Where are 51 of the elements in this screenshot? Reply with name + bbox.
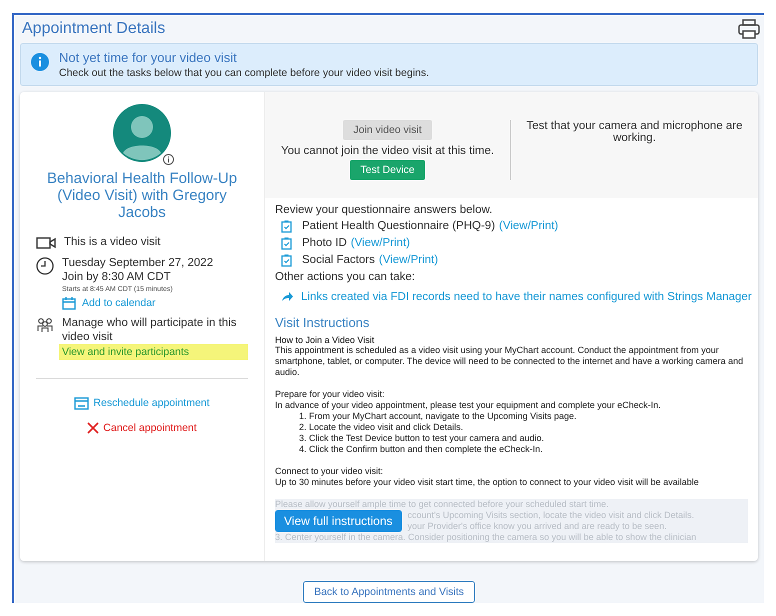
join-status-text: You cannot join the video visit at this time.: [280, 144, 494, 157]
detail-text: This is a video visit: [64, 234, 161, 249]
people-icon: [36, 316, 54, 333]
avatar-icon: [113, 104, 171, 162]
printer-icon: [738, 18, 760, 39]
questionnaire-name: Photo ID: [302, 237, 347, 250]
instruction-step: 3. Click the Test Device button to test your camera and audio.: [299, 432, 748, 444]
clipboard-icon: [281, 254, 292, 267]
action-link[interactable]: Links created via FDI records need to have their names configured with Strings Manager: [275, 290, 752, 303]
back-button[interactable]: Back to Appointments and Visits: [303, 581, 475, 603]
view-full-instructions-button[interactable]: View full instructions: [275, 510, 402, 532]
view-print-link[interactable]: (View/Print): [350, 237, 410, 250]
invite-participants-link[interactable]: View and invite participants: [59, 344, 248, 360]
section-heading: Visit Instructions: [275, 314, 370, 330]
test-device-text: Test that your camera and microphone are working.: [525, 120, 744, 146]
test-device-button[interactable]: Test Device: [350, 160, 425, 180]
view-print-link[interactable]: (View/Print): [378, 254, 438, 266]
banner-title: Not yet time for your video visit: [59, 50, 238, 65]
questionnaire-name: Social Factors: [302, 254, 375, 266]
questionnaire-name: Patient Health Questionnaire (PHQ-9): [302, 220, 496, 232]
clipboard-icon: [281, 236, 292, 250]
calendar-icon: [74, 396, 90, 410]
instructions-text: This appointment is scheduled as a video visit using your MyChart account. Conduct the appointment from your smartphone, tablet, or computer. The device will need to be connected to the internet and have a working camera and audio.: [275, 344, 744, 378]
cancel-link[interactable]: Cancel appointment: [87, 422, 197, 434]
info-icon: [163, 154, 174, 165]
detail-text: Manage who will participate in this video visit: [62, 316, 238, 344]
section-text: Review your questionnaire answers below.: [275, 204, 494, 216]
instructions-text: In advance of your video appointment, please test your equipment and complete your eCheck-In.: [275, 400, 662, 411]
clipboard-icon: [281, 220, 292, 233]
clock-icon: [36, 256, 54, 275]
view-print-link[interactable]: (View/Print): [499, 220, 558, 232]
appointment-title: Behavioral Health Follow-Up (Video Visit) with Gregory Jacobs: [46, 170, 238, 221]
banner-text: Check out the tasks below that you can complete before your video visit begins.: [59, 66, 430, 79]
info-icon: [31, 52, 49, 71]
reschedule-link[interactable]: Reschedule appointment: [74, 396, 210, 410]
calendar-icon: [62, 296, 76, 310]
detail-text: Join by 8:30 AM CDT: [62, 270, 172, 284]
section-text: Other actions you can take:: [275, 270, 416, 283]
instructions-text: Connect to your video visit:: [275, 466, 384, 477]
instruction-step: 2. Locate the video visit and click Details.: [299, 422, 748, 433]
close-icon: [87, 422, 100, 434]
instruction-step: 1. From your MyChart account, navigate to the Upcoming Visits page.: [299, 410, 748, 422]
page-title: Appointment Details: [22, 20, 166, 38]
add-to-calendar-link[interactable]: Add to calendar: [62, 296, 214, 310]
video-camera-icon: [36, 236, 56, 250]
instructions-text: Up to 30 minutes before your video visit start time, the option to connect to your video visit will be available: [275, 476, 700, 488]
instruction-step: 4. Click the Confirm button and then complete the eCheck-In.: [299, 444, 748, 455]
detail-text: Tuesday September 27, 2022: [62, 256, 214, 270]
share-arrow-icon: [281, 292, 293, 302]
instructions-text: Prepare for your video visit:: [275, 388, 386, 400]
instructions-subheading: How to Join a Video Visit: [275, 334, 376, 345]
